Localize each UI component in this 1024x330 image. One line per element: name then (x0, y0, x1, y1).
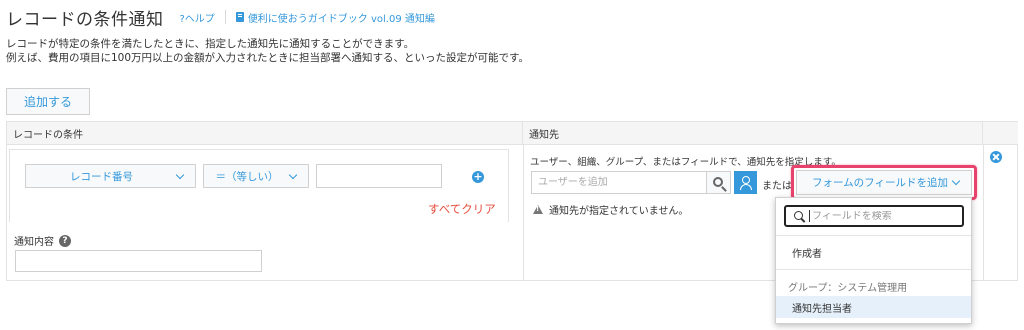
header-conditions: レコードの条件 (7, 122, 523, 145)
column-divider (523, 145, 524, 280)
column-divider (983, 145, 984, 280)
person-icon (739, 175, 753, 191)
header-recipients: 通知先 (523, 122, 983, 145)
header-delete (983, 122, 1018, 145)
dropdown-divider (776, 269, 971, 270)
chevron-down-icon (288, 170, 298, 179)
dropdown-group-label: グループ：システム管理用 (788, 282, 908, 294)
add-condition-icon[interactable]: + (472, 171, 484, 183)
notice-content-label-text: 通知内容 (14, 237, 54, 248)
field-select-value: レコード番号 (70, 170, 133, 183)
dropdown-item[interactable]: 通知先担当者 (776, 296, 971, 318)
warning-icon (533, 205, 543, 214)
org-select-button[interactable] (734, 171, 757, 194)
title-divider (224, 10, 226, 24)
guide-link-label: 便利に使おうガイドブック vol.09 通知編 (247, 13, 435, 25)
add-button[interactable]: 追加する (6, 88, 90, 115)
operator-select[interactable]: ＝（等しい） (203, 164, 309, 188)
page-title: レコードの条件通知 (6, 9, 164, 30)
chevron-down-icon (951, 176, 961, 186)
field-select[interactable]: レコード番号 (25, 164, 196, 188)
form-field-select[interactable]: フォームのフィールドを追加 (796, 170, 972, 195)
or-text: または (762, 181, 792, 192)
dropdown-item[interactable]: 作成者 (776, 241, 971, 263)
form-field-select-value: フォームのフィールドを追加 (812, 177, 948, 189)
dropdown-divider (776, 235, 971, 236)
field-dropdown: 作成者 グループ：システム管理用 通知先担当者 (775, 197, 972, 324)
user-search-button[interactable] (707, 171, 731, 194)
recipients-warning: 通知先が指定されていません。 (533, 202, 688, 217)
recipients-warning-text: 通知先が指定されていません。 (549, 206, 689, 217)
search-icon (794, 210, 803, 220)
notice-content-input[interactable] (15, 250, 262, 272)
search-icon (712, 176, 723, 187)
description-line-2: 例えば、費用の項目に100万円以上の金額が入力されたときに担当部署へ通知する、と… (6, 52, 529, 64)
field-search-box[interactable] (784, 205, 964, 227)
condition-value-input[interactable] (316, 164, 442, 188)
question-icon[interactable]: ? (59, 234, 71, 247)
remove-condition-icon[interactable] (990, 151, 1002, 163)
description-line-1: レコードが特定の条件を満たしたときに、指定した通知先に通知することができます。 (6, 38, 415, 50)
chevron-down-icon (175, 170, 185, 179)
title-row: レコードの条件通知 ?ヘルプ 便利に使おうガイドブック vol.09 通知編 (6, 6, 435, 30)
field-search-input[interactable] (810, 210, 962, 222)
user-add-input[interactable] (531, 171, 707, 194)
guide-link[interactable]: 便利に使おうガイドブック vol.09 通知編 (235, 10, 435, 25)
notice-content-label: 通知内容 ? (14, 233, 71, 248)
help-link[interactable]: ?ヘルプ (180, 10, 215, 25)
book-icon (235, 12, 244, 22)
clear-all-link[interactable]: すべてクリア (428, 201, 496, 217)
operator-select-value: ＝（等しい） (215, 170, 279, 183)
